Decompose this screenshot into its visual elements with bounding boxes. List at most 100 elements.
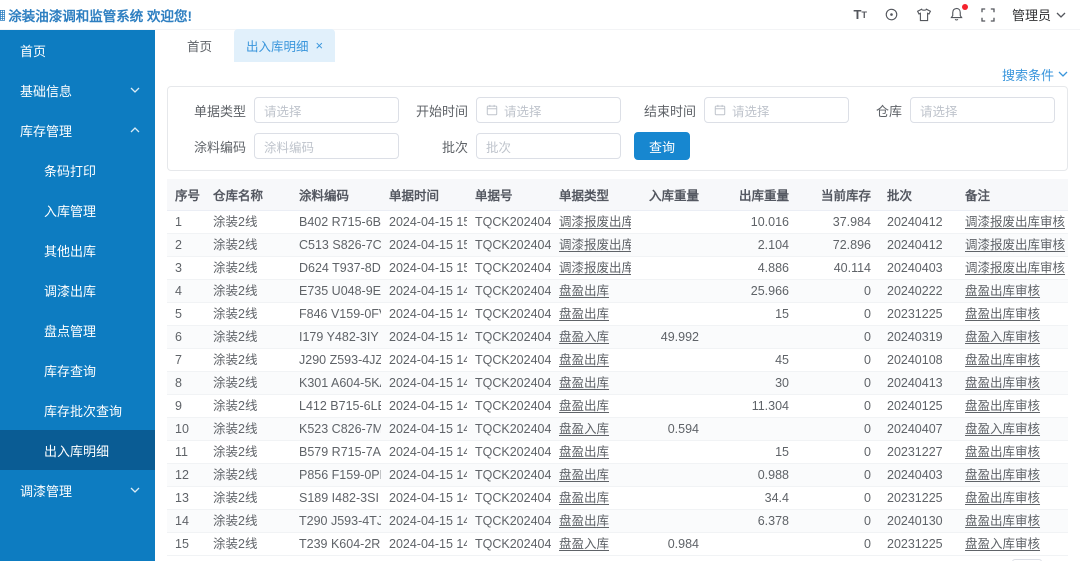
warehouse-select[interactable]: 请选择 xyxy=(910,97,1055,123)
cell-doc-type[interactable]: 调漆报废出库 xyxy=(551,257,631,280)
cell-doc-type[interactable]: 盘盈出库 xyxy=(551,464,631,487)
sidebar-item-inventory-mgmt[interactable]: 库存管理 xyxy=(0,110,155,150)
cell-doc-type[interactable]: 盘盈入库 xyxy=(551,326,631,349)
cell-out-weight: 25.966 xyxy=(707,280,797,303)
calendar-icon xyxy=(486,104,498,116)
table-row: 9涂装2线L412 B715-6LB2024-04-15 14:...TQCK2… xyxy=(167,395,1068,418)
cell-doc-type[interactable]: 盘盈出库 xyxy=(551,395,631,418)
col-doc-type: 单据类型 xyxy=(551,179,631,211)
tab-home[interactable]: 首页 xyxy=(175,29,224,62)
cell-remark[interactable]: 盘盈出库审核 xyxy=(957,395,1068,418)
cell-paint-code: S189 I482-3SI xyxy=(291,487,381,510)
cell-in-weight xyxy=(631,303,707,326)
app-window: ▦ 涂装油漆调和监管系统 欢迎您! TT 管理员 xyxy=(0,0,1080,561)
batch-input[interactable]: 批次 xyxy=(476,133,621,159)
cell-seq: 1 xyxy=(167,211,205,234)
cell-remark[interactable]: 盘盈入库审核 xyxy=(957,418,1068,441)
cell-remark[interactable]: 盘盈出库审核 xyxy=(957,303,1068,326)
cell-batch: 20240407 xyxy=(879,418,957,441)
sidebar-item-stock-batch-query[interactable]: 库存批次查询 xyxy=(0,390,155,430)
cell-current-stock: 0 xyxy=(797,326,879,349)
cell-remark[interactable]: 盘盈出库审核 xyxy=(957,349,1068,372)
cell-remark[interactable]: 盘盈出库审核 xyxy=(957,464,1068,487)
table-row: 15涂装2线T239 K604-2RH2024-04-15 14:...TQCK… xyxy=(167,533,1068,556)
sidebar-item-stock-query[interactable]: 库存查询 xyxy=(0,350,155,390)
cell-doc-no: TQCK2024041.... xyxy=(467,533,551,556)
cell-doc-type[interactable]: 盘盈出库 xyxy=(551,510,631,533)
cell-in-weight xyxy=(631,510,707,533)
cell-doc-type[interactable]: 盘盈出库 xyxy=(551,487,631,510)
fullscreen-icon[interactable] xyxy=(981,8,995,22)
sidebar-item-paint-mgmt[interactable]: 调漆管理 xyxy=(0,470,155,510)
col-warehouse: 仓库名称 xyxy=(205,179,291,211)
close-icon[interactable]: × xyxy=(316,39,324,52)
sidebar-item-other-outbound[interactable]: 其他出库 xyxy=(0,230,155,270)
cell-batch: 20240125 xyxy=(879,395,957,418)
locate-icon[interactable] xyxy=(884,7,899,22)
start-time-input[interactable]: 请选择 xyxy=(476,97,621,123)
query-button[interactable]: 查询 xyxy=(634,132,690,160)
cell-doc-no: TQCK2024041.... xyxy=(467,234,551,257)
search-conditions-label: 搜索条件 xyxy=(1002,65,1054,84)
cell-remark[interactable]: 盘盈入库审核 xyxy=(957,533,1068,556)
sidebar-item-label: 其他出库 xyxy=(44,241,96,260)
cell-doc-type[interactable]: 盘盈入库 xyxy=(551,533,631,556)
end-time-input[interactable]: 请选择 xyxy=(704,97,849,123)
cell-remark[interactable]: 盘盈出库审核 xyxy=(957,280,1068,303)
user-name: 管理员 xyxy=(1012,5,1051,24)
cell-in-weight xyxy=(631,487,707,510)
cell-remark[interactable]: 盘盈出库审核 xyxy=(957,441,1068,464)
cell-doc-type[interactable]: 盘盈出库 xyxy=(551,280,631,303)
cell-doc-time: 2024-04-15 14:... xyxy=(381,418,467,441)
cell-doc-type[interactable]: 调漆报废出库 xyxy=(551,234,631,257)
cell-warehouse: 涂装2线 xyxy=(205,280,291,303)
sidebar-item-paint-outbound[interactable]: 调漆出库 xyxy=(0,270,155,310)
notifications-bell-icon[interactable] xyxy=(949,7,964,22)
cell-doc-time: 2024-04-15 15:... xyxy=(381,234,467,257)
sidebar-item-inbound-mgmt[interactable]: 入库管理 xyxy=(0,190,155,230)
cell-doc-type[interactable]: 盘盈出库 xyxy=(551,303,631,326)
cell-out-weight: 4.886 xyxy=(707,257,797,280)
chevron-up-icon xyxy=(130,127,140,133)
cell-doc-no: TQCK2024041.... xyxy=(467,395,551,418)
doc-type-select[interactable]: 请选择 xyxy=(254,97,399,123)
table-row: 10涂装2线K523 C826-7MA2024-04-15 14:...TQCK… xyxy=(167,418,1068,441)
doc-type-placeholder: 请选择 xyxy=(264,101,302,120)
cell-in-weight: 49.992 xyxy=(631,326,707,349)
table-row: 7涂装2线J290 Z593-4JZ2024-04-15 14:...TQCK2… xyxy=(167,349,1068,372)
cell-remark[interactable]: 盘盈出库审核 xyxy=(957,487,1068,510)
cell-doc-type[interactable]: 盘盈出库 xyxy=(551,349,631,372)
cell-doc-type[interactable]: 盘盈出库 xyxy=(551,372,631,395)
paint-code-input[interactable]: 涂料编码 xyxy=(254,133,399,159)
cell-batch: 20231225 xyxy=(879,533,957,556)
cell-remark[interactable]: 盘盈出库审核 xyxy=(957,510,1068,533)
col-batch: 批次 xyxy=(879,179,957,211)
theme-shirt-icon[interactable] xyxy=(916,8,932,22)
tab-inout-detail[interactable]: 出入库明细× xyxy=(234,29,335,62)
sidebar-item-stocktake-mgmt[interactable]: 盘点管理 xyxy=(0,310,155,350)
cell-batch: 20240130 xyxy=(879,510,957,533)
sidebar-item-home[interactable]: 首页 xyxy=(0,30,155,70)
cell-doc-type[interactable]: 盘盈入库 xyxy=(551,418,631,441)
sidebar-item-label: 入库管理 xyxy=(44,201,96,220)
font-size-icon[interactable]: TT xyxy=(854,8,867,21)
cell-doc-time: 2024-04-15 14:... xyxy=(381,510,467,533)
sidebar-item-barcode-print[interactable]: 条码打印 xyxy=(0,150,155,190)
cell-doc-no: TQCK2024041.... xyxy=(467,464,551,487)
cell-remark[interactable]: 调漆报废出库审核 xyxy=(957,234,1068,257)
cell-doc-type[interactable]: 盘盈出库 xyxy=(551,441,631,464)
cell-remark[interactable]: 调漆报废出库审核 xyxy=(957,257,1068,280)
cell-doc-type[interactable]: 调漆报废出库 xyxy=(551,211,631,234)
cell-batch: 20231225 xyxy=(879,303,957,326)
sidebar-item-inout-detail[interactable]: 出入库明细 xyxy=(0,430,155,470)
sidebar-item-basic-info[interactable]: 基础信息 xyxy=(0,70,155,110)
cell-remark[interactable]: 盘盈入库审核 xyxy=(957,326,1068,349)
cell-remark[interactable]: 调漆报废出库审核 xyxy=(957,211,1068,234)
cell-doc-time: 2024-04-15 14:... xyxy=(381,441,467,464)
search-conditions-toggle[interactable]: 搜索条件 xyxy=(167,62,1068,86)
user-menu[interactable]: 管理员 xyxy=(1012,5,1066,24)
cell-warehouse: 涂装2线 xyxy=(205,303,291,326)
batch-placeholder: 批次 xyxy=(486,137,511,156)
cell-batch: 20240108 xyxy=(879,349,957,372)
cell-remark[interactable]: 盘盈出库审核 xyxy=(957,372,1068,395)
